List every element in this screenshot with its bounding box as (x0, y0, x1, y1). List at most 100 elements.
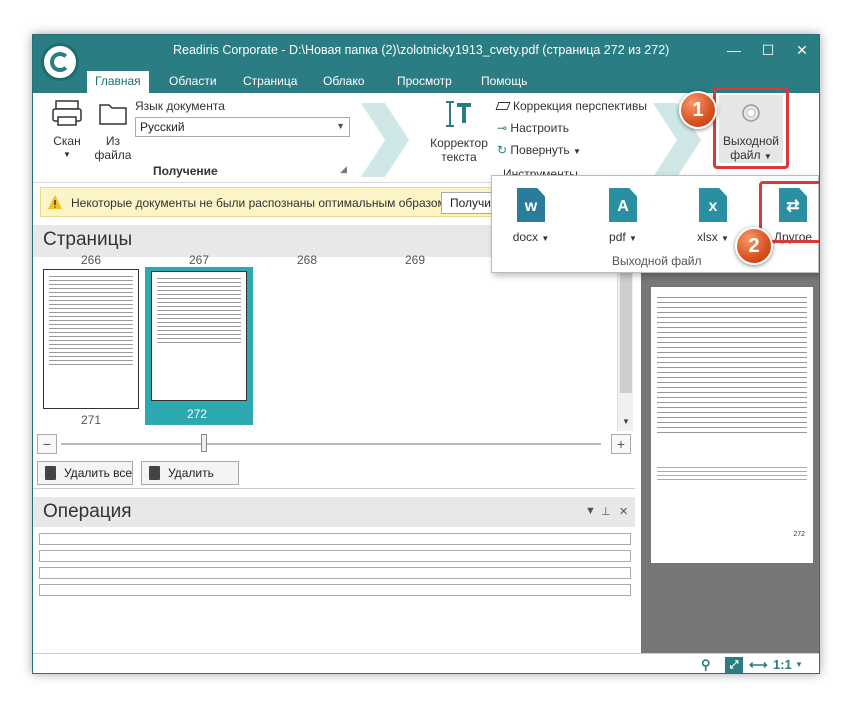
minimize-button[interactable]: — (723, 40, 745, 60)
text-corrector-button[interactable]: Корректор текста (429, 99, 489, 164)
pages-actions: Удалить все Удалить (33, 457, 635, 489)
adjust-button[interactable]: ⊸ Настроить (497, 121, 569, 135)
pdf-icon: A (609, 188, 637, 222)
page-thumbnail-271[interactable] (43, 269, 139, 409)
maximize-button[interactable]: ☐ (757, 40, 779, 60)
operation-progress-list (39, 533, 631, 601)
dialog-launcher-icon[interactable]: ◢ (340, 164, 347, 175)
from-file-label-2: файла (94, 148, 132, 162)
fit-page-icon[interactable]: ⤢ (725, 657, 743, 673)
progress-bar (39, 533, 631, 545)
zoom-slider-track[interactable] (61, 443, 601, 445)
excel-icon: x (699, 188, 727, 222)
title-bar: Readiris Corporate - D:\Новая папка (2)\… (33, 35, 819, 67)
page-number: 267 (189, 253, 210, 267)
page-number: 266 (81, 253, 102, 267)
rotate-icon: ↻ (497, 143, 508, 157)
format-xlsx[interactable]: x xlsx ▼ (688, 188, 738, 244)
tab-page[interactable]: Страница (235, 71, 305, 93)
perspective-icon (495, 102, 511, 110)
warning-icon (48, 195, 62, 209)
tab-help[interactable]: Помощь (473, 71, 535, 93)
rotate-button[interactable]: ↻ Повернуть ▼ (497, 143, 581, 157)
thumbnails-scrollbar[interactable]: ▲ ▼ (617, 257, 633, 431)
adjust-label: Настроить (510, 121, 570, 135)
ribbon-tabs: Главная Области Страница Облако Просмотр… (33, 67, 819, 93)
delete-label: Удалить (168, 466, 214, 480)
trash-icon (149, 466, 160, 480)
warning-text: Некоторые документы не были распознаны о… (71, 196, 450, 210)
status-bar: ⚲ ⤢ ⟷ 1:1 ▼ (33, 653, 819, 673)
tab-home[interactable]: Главная (87, 71, 149, 93)
delete-all-label: Удалить все (64, 466, 133, 480)
corrector-label-1: Корректор (430, 136, 488, 150)
word-icon: w (517, 188, 545, 222)
pin-icon[interactable]: ⊥ (601, 505, 611, 518)
tab-areas[interactable]: Области (161, 71, 225, 93)
preview-page[interactable]: 272 (651, 287, 813, 563)
scan-label: Скан (53, 134, 81, 148)
chevron-down-icon[interactable]: ▼ (795, 660, 803, 669)
progress-bar (39, 584, 631, 596)
pages-title: Страницы (43, 229, 133, 250)
panel-menu-icon[interactable]: ▼ (585, 505, 596, 517)
page-thumbnails: 266 267 268 269 271 272 (33, 253, 635, 431)
search-icon[interactable]: ⚲ (701, 657, 711, 673)
chevron-down-icon: ▼ (573, 147, 581, 156)
step-badge-2: 2 (735, 227, 773, 265)
from-file-button[interactable]: Из файла (93, 99, 133, 162)
xlsx-label: xlsx (697, 230, 718, 244)
format-pdf[interactable]: A pdf ▼ (598, 188, 648, 244)
corrector-label-2: текста (441, 150, 477, 164)
scanner-icon (52, 100, 82, 126)
chevron-down-icon: ▼ (336, 121, 345, 131)
doclang-select[interactable]: Русский ▼ (135, 117, 350, 137)
page-thumbnail-272-selected[interactable]: 272 (145, 267, 253, 425)
page-number: 268 (297, 253, 318, 267)
zoom-out-icon[interactable]: − (37, 434, 57, 454)
format-docx[interactable]: w docx ▼ (506, 188, 556, 244)
delete-all-button[interactable]: Удалить все (37, 461, 133, 485)
page-number: 269 (405, 253, 426, 267)
scroll-down-icon[interactable]: ▼ (618, 417, 634, 431)
docx-label: docx (512, 230, 539, 244)
rotate-label: Повернуть (510, 143, 570, 157)
close-button[interactable]: ✕ (791, 40, 813, 60)
group-get-label: Получение (153, 164, 218, 178)
perspective-button[interactable]: Коррекция перспективы (495, 99, 647, 113)
zoom-slider-knob[interactable] (201, 434, 207, 452)
preview-page-number: 272 (793, 531, 805, 538)
trash-icon (45, 466, 56, 480)
adjust-icon: ⊸ (497, 121, 508, 135)
step-badge-1: 1 (679, 91, 717, 129)
scrollbar-thumb[interactable] (620, 273, 632, 393)
operation-title: Операция (43, 501, 132, 522)
zoom-in-icon[interactable]: + (611, 434, 631, 454)
scan-button[interactable]: Скан ▼ (47, 99, 87, 162)
page-number: 272 (187, 407, 208, 421)
zoom-level[interactable]: 1:1 (773, 657, 792, 672)
readiris-logo (41, 43, 79, 81)
tab-cloud[interactable]: Облако (315, 71, 372, 93)
fit-width-icon[interactable]: ⟷ (749, 657, 768, 673)
page-number: 271 (81, 413, 102, 427)
folder-icon (99, 104, 127, 125)
pdf-label: pdf (609, 230, 626, 244)
text-cursor-icon (446, 101, 471, 127)
highlight-box-output-file (713, 87, 789, 169)
thumbnail-zoom-row: − + (33, 431, 635, 457)
perspective-label: Коррекция перспективы (513, 99, 647, 113)
operation-panel-header: Операция ▼ ⊥ ✕ (33, 497, 635, 527)
app-window: Readiris Corporate - D:\Новая папка (2)\… (32, 34, 820, 674)
close-panel-icon[interactable]: ✕ (619, 505, 628, 518)
tab-view[interactable]: Просмотр (389, 71, 460, 93)
delete-button[interactable]: Удалить (141, 461, 239, 485)
progress-bar (39, 550, 631, 562)
document-preview-pane: 272 (641, 225, 819, 653)
chevron-arrow-decor (361, 103, 409, 177)
output-file-group-label: Выходной файл (612, 254, 702, 268)
from-file-label-1: Из (105, 134, 121, 148)
doclang-value: Русский (140, 120, 185, 134)
doclang-label: Язык документа (135, 99, 225, 113)
window-title: Readiris Corporate - D:\Новая папка (2)\… (173, 43, 670, 57)
